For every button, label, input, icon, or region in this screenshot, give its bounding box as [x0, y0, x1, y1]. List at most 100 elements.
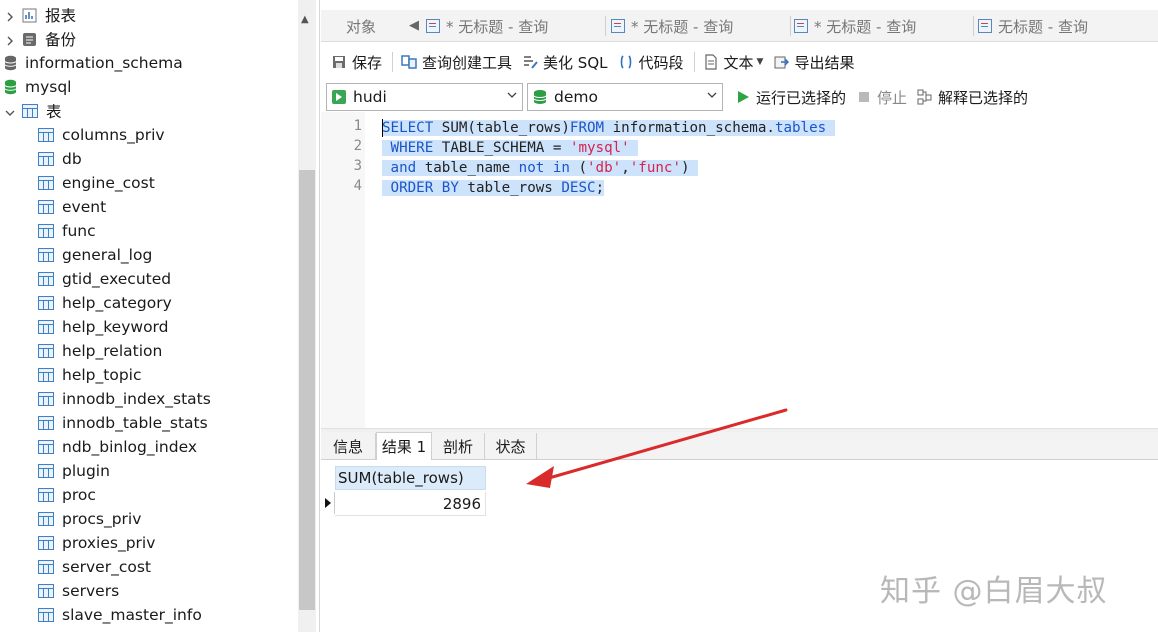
stop-label: 停止 — [877, 88, 908, 107]
tree-item-label: plugin — [62, 462, 110, 480]
tree-item-table[interactable]: help_topic — [38, 363, 141, 387]
tab-query-4[interactable]: 无标题 - 查询 — [978, 10, 1156, 42]
tree-item-table[interactable]: event — [38, 195, 106, 219]
scroll-up-icon[interactable]: ▲ — [301, 14, 309, 25]
tree-item-table[interactable]: innodb_index_stats — [38, 387, 211, 411]
table-icon — [38, 512, 54, 526]
chevron-right-icon[interactable] — [4, 33, 16, 46]
table-icon — [38, 176, 54, 190]
current-row-indicator[interactable] — [321, 492, 335, 514]
tree-item-table[interactable]: gtid_executed — [38, 267, 171, 291]
tree-item-table[interactable]: help_category — [38, 291, 172, 315]
database-icon — [4, 79, 17, 95]
line-number: 3 — [353, 158, 362, 174]
tree-item-table[interactable]: server_cost — [38, 555, 151, 579]
save-button[interactable]: 保存 — [327, 48, 388, 76]
tree-item-table[interactable]: func — [38, 219, 96, 243]
stop-button[interactable]: 停止 — [852, 83, 913, 111]
table-icon — [38, 320, 54, 334]
tree-item-table[interactable]: procs_priv — [38, 507, 141, 531]
connection-select[interactable]: hudi — [326, 83, 523, 111]
table-icon — [38, 296, 54, 310]
chevron-down-icon[interactable]: ▼ — [757, 57, 764, 67]
chevron-down-icon[interactable] — [4, 105, 16, 117]
sql-keyword: FROM — [569, 120, 605, 136]
object-navigator: 报表备份 information_schema mysql 表 columns_priv… — [0, 0, 320, 632]
export-results-button[interactable]: 导出结果 — [769, 48, 860, 76]
code-line[interactable]: SELECT SUM(table_rows)FROM information_s… — [382, 118, 835, 138]
sql-text: ) — [680, 160, 699, 176]
tree-item-table[interactable]: proc — [38, 483, 96, 507]
query-builder-button[interactable]: 查询创建工具 — [397, 48, 518, 76]
database-icon — [533, 90, 547, 104]
tree-item-database[interactable]: mysql — [4, 75, 72, 99]
table-icon — [38, 128, 54, 142]
connection-toolbar: hudi demo 运行已选择的 停止 解释已选择的 — [321, 82, 1158, 112]
tree-item-backups[interactable]: 备份 — [4, 27, 76, 51]
result-tab[interactable]: 结果 1 — [376, 432, 432, 461]
tree-item-table[interactable]: proxies_priv — [38, 531, 155, 555]
selection-highlight: SELECT SUM(table_rows)FROM information_s… — [382, 120, 835, 136]
table-icon — [38, 488, 54, 502]
explain-selected-label: 解释已选择的 — [938, 88, 1029, 107]
query-editor-panel: 对象 ◀ * 无标题 - 查询 * 无标题 - 查询 * 无标题 - 查询 无标… — [321, 0, 1158, 632]
code-line[interactable]: ORDER BY table_rows DESC; — [382, 178, 605, 198]
tree-item-table[interactable]: help_relation — [38, 339, 162, 363]
tab-query-3[interactable]: * 无标题 - 查询 — [794, 10, 974, 42]
tree-item-label: help_topic — [62, 366, 142, 384]
navigator-scrollbar[interactable]: ▲ — [298, 0, 316, 632]
tree-item-table[interactable]: innodb_table_stats — [38, 411, 208, 435]
tree-item-table[interactable]: columns_priv — [38, 123, 165, 147]
run-selected-button[interactable]: 运行已选择的 — [731, 83, 852, 111]
tree-item-table[interactable]: db — [38, 147, 82, 171]
tree-item-label: event — [62, 198, 107, 216]
tree-item-label: servers — [62, 582, 120, 600]
tree-item-reports[interactable]: 报表 — [4, 3, 76, 27]
column-header[interactable]: SUM(table_rows) — [335, 466, 486, 490]
watermark: 知乎 @白眉大叔 — [880, 574, 1108, 609]
tree-item-label: func — [62, 222, 96, 240]
database-icon — [4, 55, 17, 71]
table-icon — [38, 464, 54, 478]
result-tab[interactable]: 信息 — [321, 433, 376, 460]
beautify-sql-button[interactable]: 美化 SQL — [518, 48, 613, 76]
result-tab[interactable]: 剖析 — [432, 433, 485, 460]
tab-scroll-left-icon[interactable]: ◀ — [409, 18, 419, 33]
chevron-right-icon[interactable] — [4, 9, 16, 22]
scrollbar-thumb[interactable] — [299, 170, 315, 610]
line-number-gutter: 1 2 3 4 — [321, 112, 365, 428]
query-toolbar: 保存 查询创建工具 美化 SQL 代码段 文本 ▼ 导出结果 — [321, 44, 1158, 80]
tree-item-label: 备份 — [45, 31, 77, 49]
tree-item-table[interactable]: slave_master_info — [38, 603, 202, 627]
selection-highlight: ORDER BY table_rows DESC; — [382, 180, 605, 196]
sql-string: 'db' — [587, 160, 622, 176]
tree-item-label: server_cost — [62, 558, 151, 576]
tree-item-table[interactable]: servers — [38, 579, 119, 603]
tab-label: 无标题 - 查询 — [998, 17, 1088, 36]
tree-item-table[interactable]: general_log — [38, 243, 152, 267]
sql-editor[interactable]: 1 2 3 4 SELECT SUM(table_rows)FROM informat… — [321, 112, 1158, 428]
table-icon — [38, 200, 54, 214]
tree-item-tables-folder[interactable]: 表 — [4, 99, 62, 123]
query-icon — [794, 19, 808, 33]
query-icon — [978, 19, 992, 33]
tab-query-1[interactable]: * 无标题 - 查询 — [426, 10, 606, 42]
tab-query-2[interactable]: * 无标题 - 查询 — [611, 10, 791, 42]
column-header-label: SUM(table_rows) — [338, 469, 464, 487]
text-mode-button[interactable]: 文本 ▼ — [699, 48, 770, 76]
result-cell[interactable]: 2896 — [335, 492, 486, 516]
tree-item-database[interactable]: information_schema — [4, 51, 183, 75]
stop-icon — [859, 92, 870, 102]
explain-selected-button[interactable]: 解释已选择的 — [913, 83, 1034, 111]
code-line[interactable]: and table_name not in ('db','func') — [382, 158, 699, 178]
code-snippet-button[interactable]: 代码段 — [614, 48, 690, 76]
tree-item-table[interactable]: help_keyword — [38, 315, 169, 339]
tree-item-table[interactable]: ndb_binlog_index — [38, 435, 197, 459]
query-builder-icon — [401, 55, 417, 69]
tab-objects[interactable]: 对象 — [321, 10, 401, 42]
tree-item-table[interactable]: plugin — [38, 459, 110, 483]
database-select[interactable]: demo — [527, 83, 723, 111]
code-line[interactable]: WHERE TABLE_SCHEMA = 'mysql' — [382, 138, 639, 158]
tree-item-table[interactable]: engine_cost — [38, 171, 155, 195]
sql-string: 'func' — [629, 160, 681, 176]
